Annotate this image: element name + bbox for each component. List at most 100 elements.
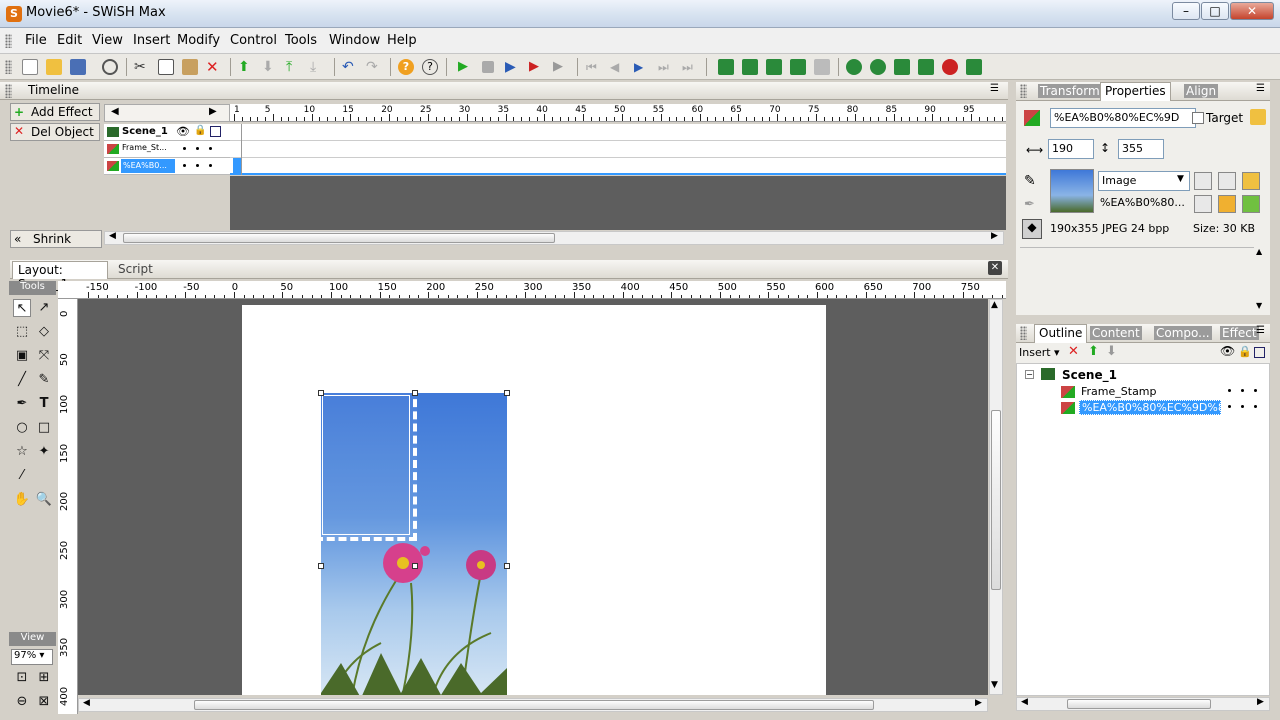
- outline-lock-icon[interactable]: 🔒: [1238, 345, 1252, 358]
- save-icon[interactable]: [70, 59, 86, 75]
- help-icon[interactable]: ?: [398, 59, 414, 75]
- canvas-hscroll-thumb[interactable]: [194, 700, 874, 710]
- scroll-down-icon[interactable]: ▼: [991, 680, 998, 690]
- image-edit-icon[interactable]: [1194, 172, 1212, 190]
- star-tool-icon[interactable]: ☆: [13, 443, 31, 461]
- zoom-fit-icon[interactable]: ⊡: [13, 669, 31, 687]
- tab-effect[interactable]: Effect: [1220, 326, 1259, 340]
- tab-content[interactable]: Content: [1090, 326, 1142, 340]
- bring-to-front-icon[interactable]: ⤒: [286, 59, 302, 75]
- frame-track-image[interactable]: [230, 158, 1006, 175]
- selection-handle[interactable]: [318, 390, 324, 396]
- layout-close-icon[interactable]: ✕: [988, 261, 1002, 275]
- zoom-select[interactable]: 97% ▾: [11, 649, 53, 665]
- image-import-icon[interactable]: [1242, 172, 1260, 190]
- menu-edit[interactable]: Edit: [57, 33, 82, 48]
- outline-toggle-icon[interactable]: [210, 126, 221, 137]
- preview-icon[interactable]: [102, 59, 118, 75]
- tab-script[interactable]: Script: [118, 262, 153, 276]
- skew-tool-icon[interactable]: ◇: [35, 323, 53, 341]
- brush-icon[interactable]: ✒: [1024, 197, 1035, 212]
- outline-hscrollbar[interactable]: ◀ ▶: [1016, 697, 1270, 711]
- hand-tool-icon[interactable]: ✋: [13, 491, 31, 509]
- tab-properties[interactable]: Properties: [1100, 82, 1171, 101]
- layer-row-scene[interactable]: Scene_1 👁 🔒: [104, 124, 230, 141]
- properties-menu-icon[interactable]: ☰: [1256, 83, 1265, 94]
- image-open-icon[interactable]: [1218, 195, 1236, 213]
- close-button[interactable]: ✕: [1230, 2, 1274, 20]
- insert-sprite-icon[interactable]: [790, 59, 806, 75]
- tab-components[interactable]: Compo...: [1154, 326, 1212, 340]
- canvas-hscrollbar[interactable]: ◀ ▶: [78, 698, 988, 712]
- target-settings-icon[interactable]: [1250, 109, 1266, 125]
- selection-handle[interactable]: [412, 390, 418, 396]
- outline-scene-label[interactable]: Scene_1: [1062, 368, 1117, 382]
- tab-align[interactable]: Align: [1184, 84, 1219, 98]
- layout-canvas-area[interactable]: [78, 299, 988, 695]
- outline-move-up-icon[interactable]: ⬆: [1088, 344, 1099, 359]
- outline-delete-icon[interactable]: ✕: [1068, 344, 1079, 359]
- cut-icon[interactable]: ✂: [134, 59, 150, 75]
- selection-handle[interactable]: [504, 390, 510, 396]
- scroll-right-icon[interactable]: ▶: [975, 698, 982, 708]
- transform-tool-icon[interactable]: ⬚: [13, 323, 31, 341]
- tab-layout[interactable]: Layout: Scene_1: [12, 261, 108, 291]
- insert-effect-icon[interactable]: [918, 59, 934, 75]
- timeline-hscroll-thumb[interactable]: [123, 233, 555, 243]
- width-input[interactable]: 190: [1048, 139, 1094, 159]
- image-refresh-icon[interactable]: [1242, 195, 1260, 213]
- selection-handle[interactable]: [504, 563, 510, 569]
- send-to-back-icon[interactable]: ⤓: [310, 59, 326, 75]
- paste-icon[interactable]: [182, 59, 198, 75]
- selection-handle[interactable]: [412, 563, 418, 569]
- horizontal-ruler[interactable]: -150 -100 -50 0 50 100 150 200 250 300 350 400 450 50…: [78, 281, 1006, 299]
- open-folder-icon[interactable]: [46, 59, 62, 75]
- stop-icon[interactable]: [482, 61, 494, 73]
- shrink-button[interactable]: « Shrink: [10, 230, 102, 248]
- insert-button-icon[interactable]: [766, 59, 782, 75]
- insert-sound-icon[interactable]: [870, 59, 886, 75]
- tab-outline[interactable]: Outline: [1034, 324, 1088, 343]
- line-tool-icon[interactable]: ╱: [13, 371, 31, 389]
- play-scene-icon[interactable]: ▶: [529, 59, 545, 75]
- menu-tools[interactable]: Tools: [285, 33, 317, 48]
- last-frame-icon[interactable]: ⏭: [682, 59, 698, 75]
- image-properties-icon[interactable]: [1194, 195, 1212, 213]
- outline-item-frame-stamp[interactable]: Frame_Stamp: [1081, 385, 1157, 398]
- move-up-icon[interactable]: ⬆: [238, 59, 254, 75]
- outline-move-down-icon[interactable]: ⬇: [1106, 344, 1117, 359]
- play-movie-icon[interactable]: ▶: [458, 59, 474, 75]
- frame-marker[interactable]: [233, 158, 241, 175]
- motion-path-icon[interactable]: ⤧: [35, 347, 53, 365]
- collapse-icon[interactable]: −: [1025, 370, 1034, 379]
- pen-tool-icon[interactable]: ✒: [13, 395, 31, 413]
- step-frame-icon[interactable]: ▶: [634, 59, 650, 75]
- image-export-icon[interactable]: [1218, 172, 1236, 190]
- timeline-nav-right-icon[interactable]: ▶: [209, 106, 217, 117]
- subselect-tool-icon[interactable]: ↗: [35, 299, 53, 317]
- del-object-button[interactable]: ✕ Del Object: [10, 123, 100, 141]
- pencil-tool-icon[interactable]: ✎: [35, 371, 53, 389]
- minimize-button[interactable]: –: [1172, 2, 1200, 20]
- next-frame-icon[interactable]: ⏭: [658, 59, 674, 75]
- redo-icon[interactable]: ↷: [366, 59, 382, 75]
- insert-component-icon[interactable]: [966, 59, 982, 75]
- insert-shape-icon[interactable]: [814, 59, 830, 75]
- menu-view[interactable]: View: [92, 33, 123, 48]
- outline-hscroll-thumb[interactable]: [1067, 699, 1211, 709]
- zoom-all-icon[interactable]: ⊠: [35, 693, 53, 711]
- outline-item-image-selected[interactable]: %EA%B0%80%EC%9D%84%: [1079, 400, 1221, 415]
- scroll-right-icon[interactable]: ▶: [991, 231, 998, 241]
- scroll-left-icon[interactable]: ◀: [1021, 697, 1028, 707]
- fill-icon[interactable]: ◆: [1022, 219, 1042, 239]
- edit-pencil-icon[interactable]: ✎: [1024, 173, 1036, 189]
- menu-control[interactable]: Control: [230, 33, 277, 48]
- zoom-tool-icon[interactable]: 🔍: [35, 491, 53, 509]
- height-input[interactable]: 355: [1118, 139, 1164, 159]
- insert-video-icon[interactable]: [894, 59, 910, 75]
- select-tool-icon[interactable]: ↖: [13, 299, 31, 317]
- add-effect-button[interactable]: + Add Effect ▾: [10, 103, 100, 133]
- object-name-input[interactable]: %EA%B0%80%EC%9D: [1050, 108, 1196, 128]
- autoshape-tool-icon[interactable]: ✦: [35, 443, 53, 461]
- text-tool-icon[interactable]: T: [35, 395, 53, 413]
